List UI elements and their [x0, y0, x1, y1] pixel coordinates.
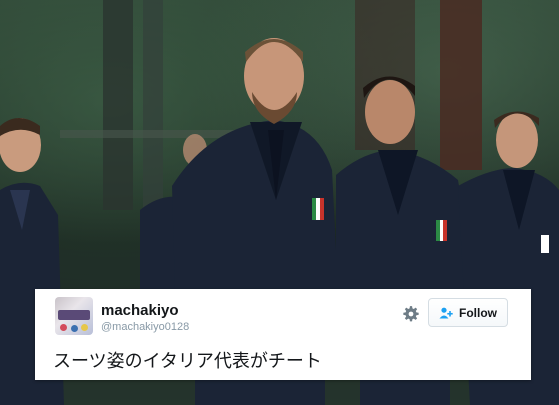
user-handle[interactable]: @machakiyo0128 — [101, 321, 189, 333]
add-person-icon — [439, 307, 453, 318]
display-name[interactable]: machakiyo — [101, 302, 179, 319]
tweet-text: スーツ姿のイタリア代表がチート — [53, 351, 322, 372]
gear-icon[interactable] — [402, 305, 420, 323]
follow-button-label: Follow — [459, 305, 497, 320]
tweet-card[interactable]: machakiyo @machakiyo0128 Follow スーツ姿のイタリ… — [35, 289, 531, 380]
user-avatar[interactable] — [55, 297, 93, 335]
follow-button[interactable]: Follow — [428, 298, 508, 327]
